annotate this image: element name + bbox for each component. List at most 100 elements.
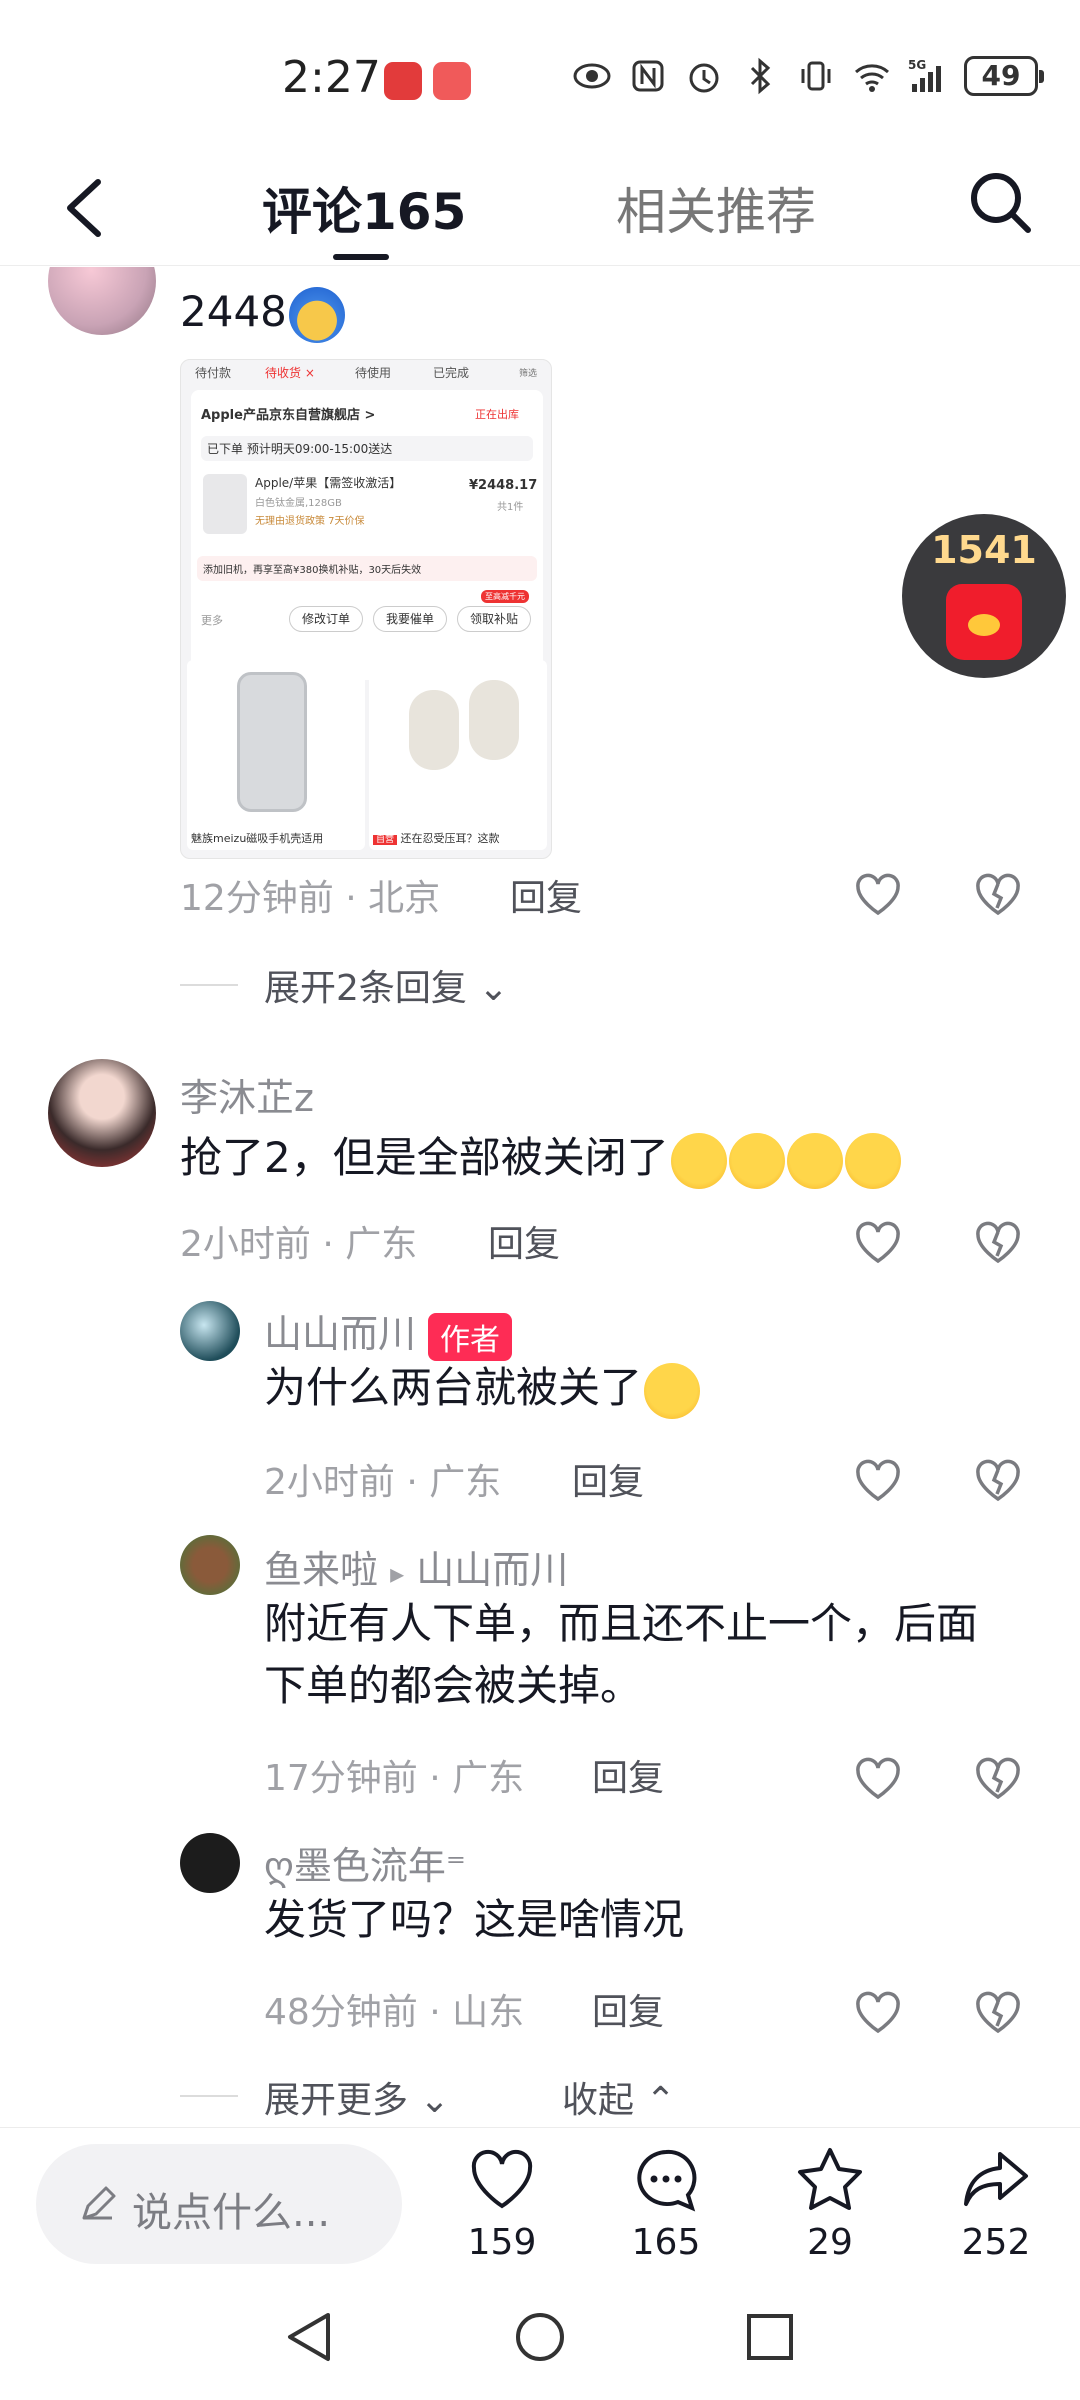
earbuds-thumbnail: [469, 680, 519, 760]
status-bar: 2:27 5G 49: [0, 0, 1080, 150]
image-tab-label: 待收货 ×: [265, 366, 315, 380]
comment-text: 附近有人下单，而且还不止一个，后面 下单的都会被关掉。: [264, 1599, 979, 1710]
crying-emoji-icon: [728, 1132, 785, 1189]
expand-replies-button[interactable]: 展开2条回复 ⌄: [264, 959, 509, 1011]
image-filter-label: 筛选: [519, 369, 538, 379]
image-tab-label: 已完成: [433, 366, 470, 380]
like-count: 159: [467, 2222, 537, 2263]
crying-emoji-icon: [844, 1132, 901, 1189]
comments-header: 评论165 相关推荐: [0, 150, 1080, 266]
comment-text: 抢了2，但是全部被关闭了: [180, 1127, 901, 1189]
heart-icon[interactable]: [852, 869, 904, 921]
comment-meta: 2小时前 · 广东: [180, 1224, 418, 1265]
username[interactable]: 鱼来啦 ▸ 山山而川: [264, 1539, 568, 1594]
coin-icon: [968, 614, 1000, 636]
image-product-tags: 无理由退货政策 7天价保: [255, 516, 365, 527]
nav-home-icon[interactable]: [510, 2307, 570, 2367]
status-time: 2:27: [282, 52, 381, 103]
avatar[interactable]: [180, 1535, 240, 1595]
tab-comments[interactable]: 评论165: [262, 172, 466, 244]
crying-emoji-icon: [670, 1132, 727, 1189]
battery-indicator: 49: [964, 56, 1044, 96]
username[interactable]: 李沐芷z: [180, 1067, 314, 1122]
red-envelope-button[interactable]: 1541: [902, 514, 1066, 678]
image-more: 更多: [201, 614, 223, 627]
comment-button[interactable]: 165: [606, 2144, 726, 2263]
divider: [180, 984, 238, 986]
comment-text: 2448: [180, 281, 345, 343]
reply-button[interactable]: 回复: [572, 1453, 644, 1505]
tab-related[interactable]: 相关推荐: [616, 172, 816, 244]
reply-button[interactable]: 回复: [488, 1215, 560, 1267]
heart-icon: [471, 2149, 533, 2209]
favorite-count: 29: [807, 2222, 853, 2263]
reply-button[interactable]: 回复: [592, 1983, 664, 2035]
avatar[interactable]: [180, 1301, 240, 1361]
image-subsidy-button: 领取补贴: [457, 606, 531, 632]
reply-button[interactable]: 回复: [592, 1749, 664, 1801]
order-screenshot-image[interactable]: 待付款 待收货 × 待使用 已完成 筛选 Apple产品京东自营旗舰店 > 正在…: [180, 359, 552, 859]
broken-heart-icon[interactable]: [972, 1217, 1024, 1269]
book-app-icon: [433, 62, 471, 100]
comment-meta: 48分钟前 · 山东: [264, 1992, 525, 2033]
back-arrow-icon[interactable]: [56, 172, 116, 244]
image-tab-label: 待付款: [195, 366, 232, 380]
comment-placeholder: 说点什么...: [132, 2190, 331, 2236]
system-nav-bar: [0, 2277, 1080, 2400]
image-urge-button: 我要催单: [373, 606, 447, 632]
svg-text:5G: 5G: [908, 58, 926, 72]
image-rec2: 还在忍受压耳？这款: [400, 832, 500, 845]
avatar[interactable]: [180, 1833, 240, 1893]
avatar[interactable]: [48, 1059, 156, 1167]
wink-emoji-icon: [288, 286, 345, 343]
bottom-action-bar: 说点什么... 159 165 29 252: [0, 2127, 1080, 2277]
huawei-app-icon: [384, 62, 422, 100]
heart-icon[interactable]: [852, 1217, 904, 1269]
image-modify-button: 修改订单: [289, 606, 363, 632]
comment-text: 为什么两台就被关了: [264, 1357, 701, 1419]
comment-input[interactable]: 说点什么...: [36, 2144, 402, 2264]
heart-icon[interactable]: [852, 1455, 904, 1507]
share-count: 252: [961, 2222, 1031, 2263]
image-store-status: 正在出库: [475, 408, 519, 421]
active-tab-indicator: [333, 254, 389, 260]
avatar[interactable]: [48, 267, 156, 335]
iphone-thumbnail: [203, 474, 247, 534]
reply-button[interactable]: 回复: [510, 869, 582, 921]
image-product-name: Apple/苹果【需签收激活】: [255, 476, 402, 490]
nav-back-icon[interactable]: [280, 2307, 340, 2367]
alarm-icon: [689, 63, 719, 93]
broken-heart-icon[interactable]: [972, 1753, 1024, 1805]
heart-icon[interactable]: [852, 1753, 904, 1805]
collapse-button[interactable]: 收起 ⌃: [562, 2071, 676, 2123]
expand-more-button[interactable]: 展开更多 ⌄: [264, 2071, 450, 2123]
crying-emoji-icon: [786, 1132, 843, 1189]
reply-to-arrow-icon: ▸: [390, 1557, 405, 1590]
comment-meta: 12分钟前 · 北京: [180, 878, 441, 919]
heart-icon[interactable]: [852, 1987, 904, 2039]
username[interactable]: ღ墨色流年⁼: [264, 1835, 466, 1890]
author-badge: 作者: [428, 1312, 513, 1361]
like-button[interactable]: 159: [442, 2144, 562, 2263]
image-tradein: 添加旧机，再享至高¥380换机补贴，30天后失效: [197, 556, 537, 581]
earbuds-thumbnail: [409, 690, 459, 770]
image-rec1: 魅族meizu磁吸手机壳适用: [191, 832, 324, 845]
bluetooth-icon: [750, 57, 771, 95]
image-store-name: Apple产品京东自营旗舰店 >: [201, 408, 376, 423]
order-card: Apple产品京东自营旗舰店 > 正在出库 已下单 预计明天09:00-15:0…: [191, 390, 543, 680]
image-rec2-badge: 自营: [373, 835, 398, 845]
comment-bubble-icon: [637, 2149, 697, 2212]
share-arrow-icon: [964, 2152, 1028, 2206]
favorite-button[interactable]: 29: [770, 2144, 890, 2263]
image-shipping: 已下单 预计明天09:00-15:00送达: [201, 436, 533, 461]
recommended-product-case: 魅族meizu磁吸手机壳适用: [187, 660, 365, 850]
broken-heart-icon[interactable]: [972, 1455, 1024, 1507]
share-button[interactable]: 252: [936, 2144, 1056, 2263]
search-icon[interactable]: [962, 164, 1038, 240]
reply-to-username[interactable]: 山山而川: [416, 1548, 568, 1592]
broken-heart-icon[interactable]: [972, 1987, 1024, 2039]
broken-heart-icon[interactable]: [972, 869, 1024, 921]
nav-recents-icon[interactable]: [740, 2307, 800, 2367]
nfc-icon: [632, 60, 664, 92]
username[interactable]: 山山而川 作者: [264, 1303, 513, 1361]
